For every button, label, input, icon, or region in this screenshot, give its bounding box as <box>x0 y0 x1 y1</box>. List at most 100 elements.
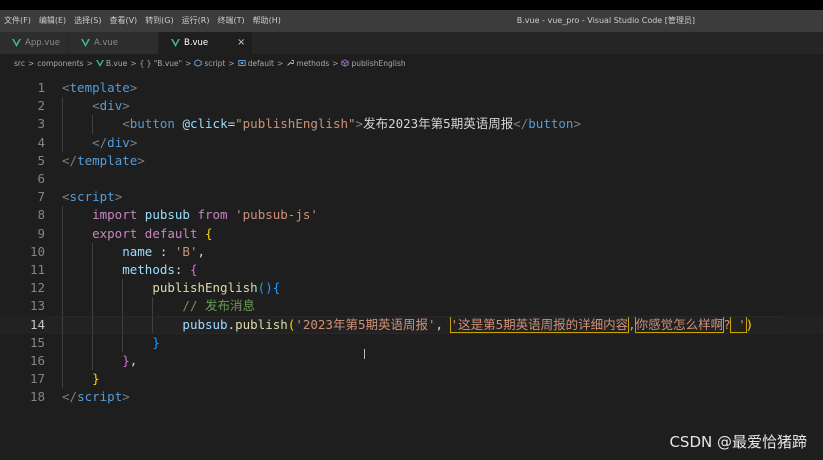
breadcrumb-item-script[interactable]: script <box>194 59 225 68</box>
code-line[interactable]: 10 name : 'B', <box>0 242 823 261</box>
code-token: . <box>227 316 236 332</box>
code-text: } <box>62 334 160 352</box>
tab-app-vue[interactable]: App.vue <box>0 32 69 54</box>
breadcrumb-item-publishenglish[interactable]: publishEnglish <box>341 58 406 68</box>
code-line[interactable]: 2 <div> <box>0 97 823 116</box>
code-editor[interactable]: 1 <template> 2 <div> 3 <button @click="publ… <box>0 72 823 460</box>
code-line[interactable]: 3 <button @click="publishEnglish">发布2023… <box>0 115 823 134</box>
code-line[interactable]: 16 }, <box>0 352 823 371</box>
code-line[interactable]: 8 import pubsub from 'pubsub-js' <box>0 206 823 225</box>
code-line[interactable]: 13 // 发布消息 <box>0 297 823 316</box>
code-token: pubsub <box>182 316 228 332</box>
code-line[interactable]: 11 methods: { <box>0 261 823 280</box>
breadcrumb-item-methods[interactable]: methods <box>286 59 329 68</box>
code-token: > <box>114 189 123 205</box>
code-token: ' <box>729 315 747 333</box>
breadcrumb-item-src[interactable]: src <box>14 59 25 68</box>
code-text: import pubsub from 'pubsub-js' <box>62 206 318 224</box>
code-token: // 发布消息 <box>182 298 255 314</box>
menu-terminal[interactable]: 终端(T) <box>213 10 248 32</box>
code-token: > <box>122 389 130 405</box>
code-token: script <box>69 189 115 205</box>
vue-icon <box>81 39 90 47</box>
code-text: <script> <box>62 188 122 206</box>
breadcrumb-separator: > <box>130 58 137 68</box>
breadcrumb-item-components[interactable]: components <box>37 59 83 68</box>
breadcrumb-separator: > <box>185 58 192 68</box>
menu-file[interactable]: 文件(F) <box>0 10 35 32</box>
breadcrumb-item-b-vue-object[interactable]: { } "B.vue" <box>140 59 183 68</box>
menu-run[interactable]: 运行(R) <box>178 10 214 32</box>
code-token: '2023年第5期英语周报' <box>295 316 436 332</box>
code-line[interactable]: 15 } <box>0 333 823 352</box>
line-number: 4 <box>37 134 45 150</box>
code-line[interactable]: 14 pubsub.publish('2023年第5期英语周报', '这是第5期… <box>0 315 823 334</box>
breadcrumb: src > components > B.vue > { } "B.vue" >… <box>0 54 823 72</box>
code-token: button <box>528 116 574 132</box>
line-number: 2 <box>37 98 45 114</box>
tab-a-vue[interactable]: A.vue <box>68 32 159 54</box>
breadcrumb-separator: > <box>332 58 339 68</box>
code-text: }, <box>62 352 137 370</box>
code-token: </ <box>92 134 108 150</box>
breadcrumb-label: src <box>14 58 25 68</box>
code-token: "publishEnglish" <box>235 116 356 132</box>
breadcrumb-separator: > <box>86 58 93 68</box>
code-line[interactable]: 6 <box>0 170 823 188</box>
breadcrumb-label: publishEnglish <box>351 58 406 68</box>
code-token: } <box>92 371 100 387</box>
code-text: name : 'B', <box>62 243 205 261</box>
menu-go[interactable]: 转到(G) <box>141 10 177 32</box>
code-token: 发布2023年第5期英语周报 <box>363 116 514 132</box>
code-token: methods <box>122 262 175 277</box>
breadcrumb-item-default[interactable]: default <box>237 59 274 68</box>
tab-label: B.vue <box>183 38 209 48</box>
menu-selection[interactable]: 选择(S) <box>70 10 105 32</box>
code-line[interactable]: 7 <script> <box>0 188 823 206</box>
code-text: pubsub.publish('2023年第5期英语周报', '这是第5期英语周… <box>62 315 753 334</box>
close-icon[interactable]: × <box>236 38 246 48</box>
code-token: < <box>92 98 100 114</box>
script-icon <box>194 59 202 67</box>
code-token: < <box>62 80 70 95</box>
tab-b-vue[interactable]: B.vue × <box>158 32 254 54</box>
menu-edit[interactable]: 编辑(E) <box>35 10 70 32</box>
code-token: , <box>129 353 138 368</box>
code-line[interactable]: 12 publishEnglish(){ <box>0 279 823 298</box>
line-number: 14 <box>29 316 45 332</box>
code-token: > <box>355 116 364 132</box>
code-token: , <box>435 316 451 332</box>
code-line[interactable]: 5 </template> <box>0 152 823 170</box>
tab-label: App.vue <box>25 38 60 48</box>
menu-help[interactable]: 帮助(H) <box>249 10 285 32</box>
code-text: <div> <box>62 97 130 115</box>
code-token: } <box>152 334 160 350</box>
breadcrumb-item-b-vue[interactable]: B.vue <box>96 59 127 68</box>
line-number: 16 <box>29 353 45 368</box>
breadcrumb-label: B.vue <box>105 58 128 68</box>
line-number: 1 <box>37 80 45 95</box>
vue-icon <box>171 39 180 47</box>
code-token: div <box>107 134 130 150</box>
code-line[interactable]: 4 </div> <box>0 133 823 152</box>
code-token: ? <box>723 316 731 332</box>
code-line[interactable]: 1 <template> <box>0 79 823 97</box>
code-token: @click <box>182 116 228 132</box>
code-token: name <box>122 243 153 259</box>
code-line[interactable]: 17 } <box>0 370 823 389</box>
code-line[interactable]: 9 export default { <box>0 224 823 243</box>
code-token: </ <box>62 389 78 405</box>
menu-view[interactable]: 查看(V) <box>105 10 141 32</box>
breadcrumb-label: components <box>37 58 84 68</box>
code-line[interactable]: 18 </script> <box>0 388 823 406</box>
code-token: 你感觉怎么样啊 <box>634 315 725 333</box>
code-token: publish <box>235 316 288 332</box>
